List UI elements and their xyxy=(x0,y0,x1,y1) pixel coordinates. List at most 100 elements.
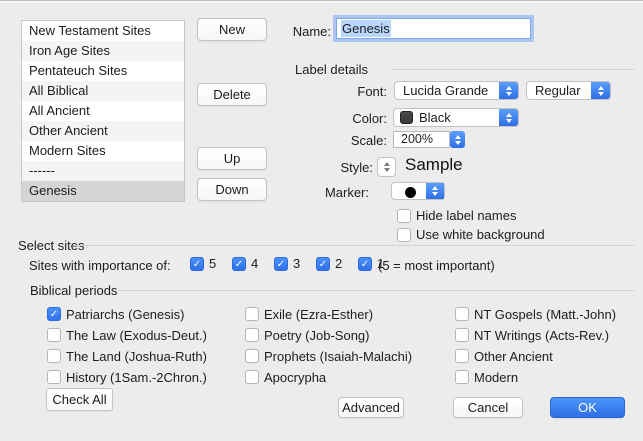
use-white-background-checkbox-row[interactable]: ✓ Use white background xyxy=(397,227,545,242)
font-style-value: Regular xyxy=(527,83,581,98)
period-label: NT Gospels (Matt.-John) xyxy=(474,307,616,322)
label-details-separator xyxy=(391,69,634,70)
period-label: Patriarchs (Genesis) xyxy=(66,307,184,322)
importance-option-label: 4 xyxy=(251,256,258,271)
period-row-nt-gospels-matt-john[interactable]: ✓ NT Gospels (Matt.-John) xyxy=(455,307,616,321)
color-swatch-icon xyxy=(400,111,413,124)
use-white-background-label: Use white background xyxy=(416,227,545,242)
period-row-prophets-isaiah-malachi[interactable]: ✓ Prophets (Isaiah-Malachi) xyxy=(245,349,412,363)
period-checkbox[interactable]: ✓ xyxy=(455,349,469,363)
period-checkbox[interactable]: ✓ xyxy=(47,328,61,342)
periods-column-2: ✓ Exile (Ezra-Esther) ✓ Poetry (Job-Song) ✓ P… xyxy=(245,307,412,384)
period-checkbox[interactable]: ✓ xyxy=(245,328,259,342)
hide-label-names-checkbox-row[interactable]: ✓ Hide label names xyxy=(397,208,516,223)
period-label: Apocrypha xyxy=(264,370,326,385)
marker-dropdown[interactable] xyxy=(391,182,445,200)
period-checkbox[interactable]: ✓ xyxy=(455,370,469,384)
list-item-other-ancient[interactable]: Other Ancient xyxy=(22,121,184,141)
importance-checkbox-1[interactable]: ✓ xyxy=(358,257,372,271)
selected-text: Genesis xyxy=(341,20,391,37)
check-all-button[interactable]: Check All xyxy=(46,388,113,411)
importance-option-3[interactable]: ✓3 xyxy=(274,256,316,271)
period-checkbox[interactable]: ✓ xyxy=(455,307,469,321)
label-details-title: Label details xyxy=(295,62,368,77)
importance-option-2[interactable]: ✓2 xyxy=(316,256,358,271)
color-dropdown[interactable]: Black xyxy=(393,108,519,127)
importance-checkbox-3[interactable]: ✓ xyxy=(274,257,288,271)
period-row-poetry-job-song[interactable]: ✓ Poetry (Job-Song) xyxy=(245,328,412,342)
scale-stepper[interactable] xyxy=(450,131,465,148)
period-checkbox[interactable]: ✓ xyxy=(245,370,259,384)
hide-label-names-checkbox[interactable]: ✓ xyxy=(397,209,411,223)
chevron-up-icon xyxy=(506,113,512,117)
list-item-pentateuch-sites[interactable]: Pentateuch Sites xyxy=(22,61,184,81)
style-stepper[interactable] xyxy=(377,157,396,177)
font-family-dropdown[interactable]: Lucida Grande xyxy=(394,81,519,100)
chevron-down-icon xyxy=(455,141,461,145)
period-row-the-law-exodus-deut[interactable]: ✓The Law (Exodus-Deut.) xyxy=(47,328,207,342)
importance-note: (5 = most important) xyxy=(378,258,495,273)
period-row-patriarchs-genesis[interactable]: ✓ Patriarchs (Genesis) xyxy=(47,307,207,321)
importance-label: Sites with importance of: xyxy=(29,258,171,273)
period-label: Other Ancient xyxy=(474,349,553,364)
cancel-button[interactable]: Cancel xyxy=(453,397,523,418)
window-top-highlight xyxy=(0,1,643,3)
period-label: Prophets (Isaiah-Malachi) xyxy=(264,349,412,364)
period-checkbox[interactable]: ✓ xyxy=(47,307,61,321)
importance-option-label: 2 xyxy=(335,256,342,271)
period-row-history-1sam-2chron[interactable]: ✓History (1Sam.-2Chron.) xyxy=(47,370,207,384)
advanced-button[interactable]: Advanced xyxy=(338,397,404,418)
up-button[interactable]: Up xyxy=(197,147,267,170)
period-row-other-ancient[interactable]: ✓ Other Ancient xyxy=(455,349,616,363)
importance-checkbox-4[interactable]: ✓ xyxy=(232,257,246,271)
importance-option-4[interactable]: ✓4 xyxy=(232,256,274,271)
list-item-genesis[interactable]: Genesis xyxy=(22,181,184,201)
list-item-modern-sites[interactable]: Modern Sites xyxy=(22,141,184,161)
chevron-down-icon xyxy=(384,168,390,172)
chevron-up-icon xyxy=(384,162,390,166)
biblical-periods-separator xyxy=(118,290,634,291)
chevron-down-icon xyxy=(432,192,438,196)
period-row-modern[interactable]: ✓Modern xyxy=(455,370,616,384)
importance-checkbox-2[interactable]: ✓ xyxy=(316,257,330,271)
name-label: Name: xyxy=(221,24,331,39)
list-item-all-ancient[interactable]: All Ancient xyxy=(22,101,184,121)
period-checkbox[interactable]: ✓ xyxy=(245,307,259,321)
chevron-down-icon xyxy=(506,119,512,123)
scale-input[interactable]: 200% xyxy=(393,131,450,148)
list-item-[interactable]: ------ xyxy=(22,161,184,181)
period-row-nt-writings-acts-rev[interactable]: ✓NT Writings (Acts-Rev.) xyxy=(455,328,616,342)
font-family-value: Lucida Grande xyxy=(395,83,488,98)
down-button[interactable]: Down xyxy=(197,178,267,201)
periods-column-1: ✓ Patriarchs (Genesis) ✓The Law (Exodus-De… xyxy=(47,307,207,384)
color-label: Color: xyxy=(277,111,387,126)
period-checkbox[interactable]: ✓ xyxy=(245,349,259,363)
list-item-all-biblical[interactable]: All Biblical xyxy=(22,81,184,101)
period-row-apocrypha[interactable]: ✓ Apocrypha xyxy=(245,370,412,384)
period-checkbox[interactable]: ✓ xyxy=(47,370,61,384)
font-style-dropdown[interactable]: Regular xyxy=(526,81,611,100)
site-set-list[interactable]: New Testament SitesIron Age SitesPentate… xyxy=(21,20,185,202)
period-checkbox[interactable]: ✓ xyxy=(455,328,469,342)
scale-label: Scale: xyxy=(277,133,387,148)
use-white-background-checkbox[interactable]: ✓ xyxy=(397,228,411,242)
delete-button[interactable]: Delete xyxy=(197,83,267,106)
stepper-icon xyxy=(499,109,518,126)
list-item-iron-age-sites[interactable]: Iron Age Sites xyxy=(22,41,184,61)
importance-checkbox-5[interactable]: ✓ xyxy=(190,257,204,271)
chevron-up-icon xyxy=(598,86,604,90)
chevron-up-icon xyxy=(506,86,512,90)
importance-option-label: 5 xyxy=(209,256,216,271)
period-row-the-land-joshua-ruth[interactable]: ✓The Land (Joshua-Ruth) xyxy=(47,349,207,363)
name-input[interactable]: Genesis xyxy=(336,18,531,39)
period-row-exile-ezra-esther[interactable]: ✓ Exile (Ezra-Esther) xyxy=(245,307,412,321)
period-label: Poetry (Job-Song) xyxy=(264,328,370,343)
importance-option-5[interactable]: ✓5 xyxy=(190,256,232,271)
chevron-down-icon xyxy=(598,92,604,96)
label-set-dialog: New Testament SitesIron Age SitesPentate… xyxy=(0,0,643,441)
ok-button[interactable]: OK xyxy=(550,397,625,418)
list-item-new-testament-sites[interactable]: New Testament Sites xyxy=(22,21,184,41)
marker-label: Marker: xyxy=(259,185,369,200)
period-label: Exile (Ezra-Esther) xyxy=(264,307,373,322)
period-checkbox[interactable]: ✓ xyxy=(47,349,61,363)
